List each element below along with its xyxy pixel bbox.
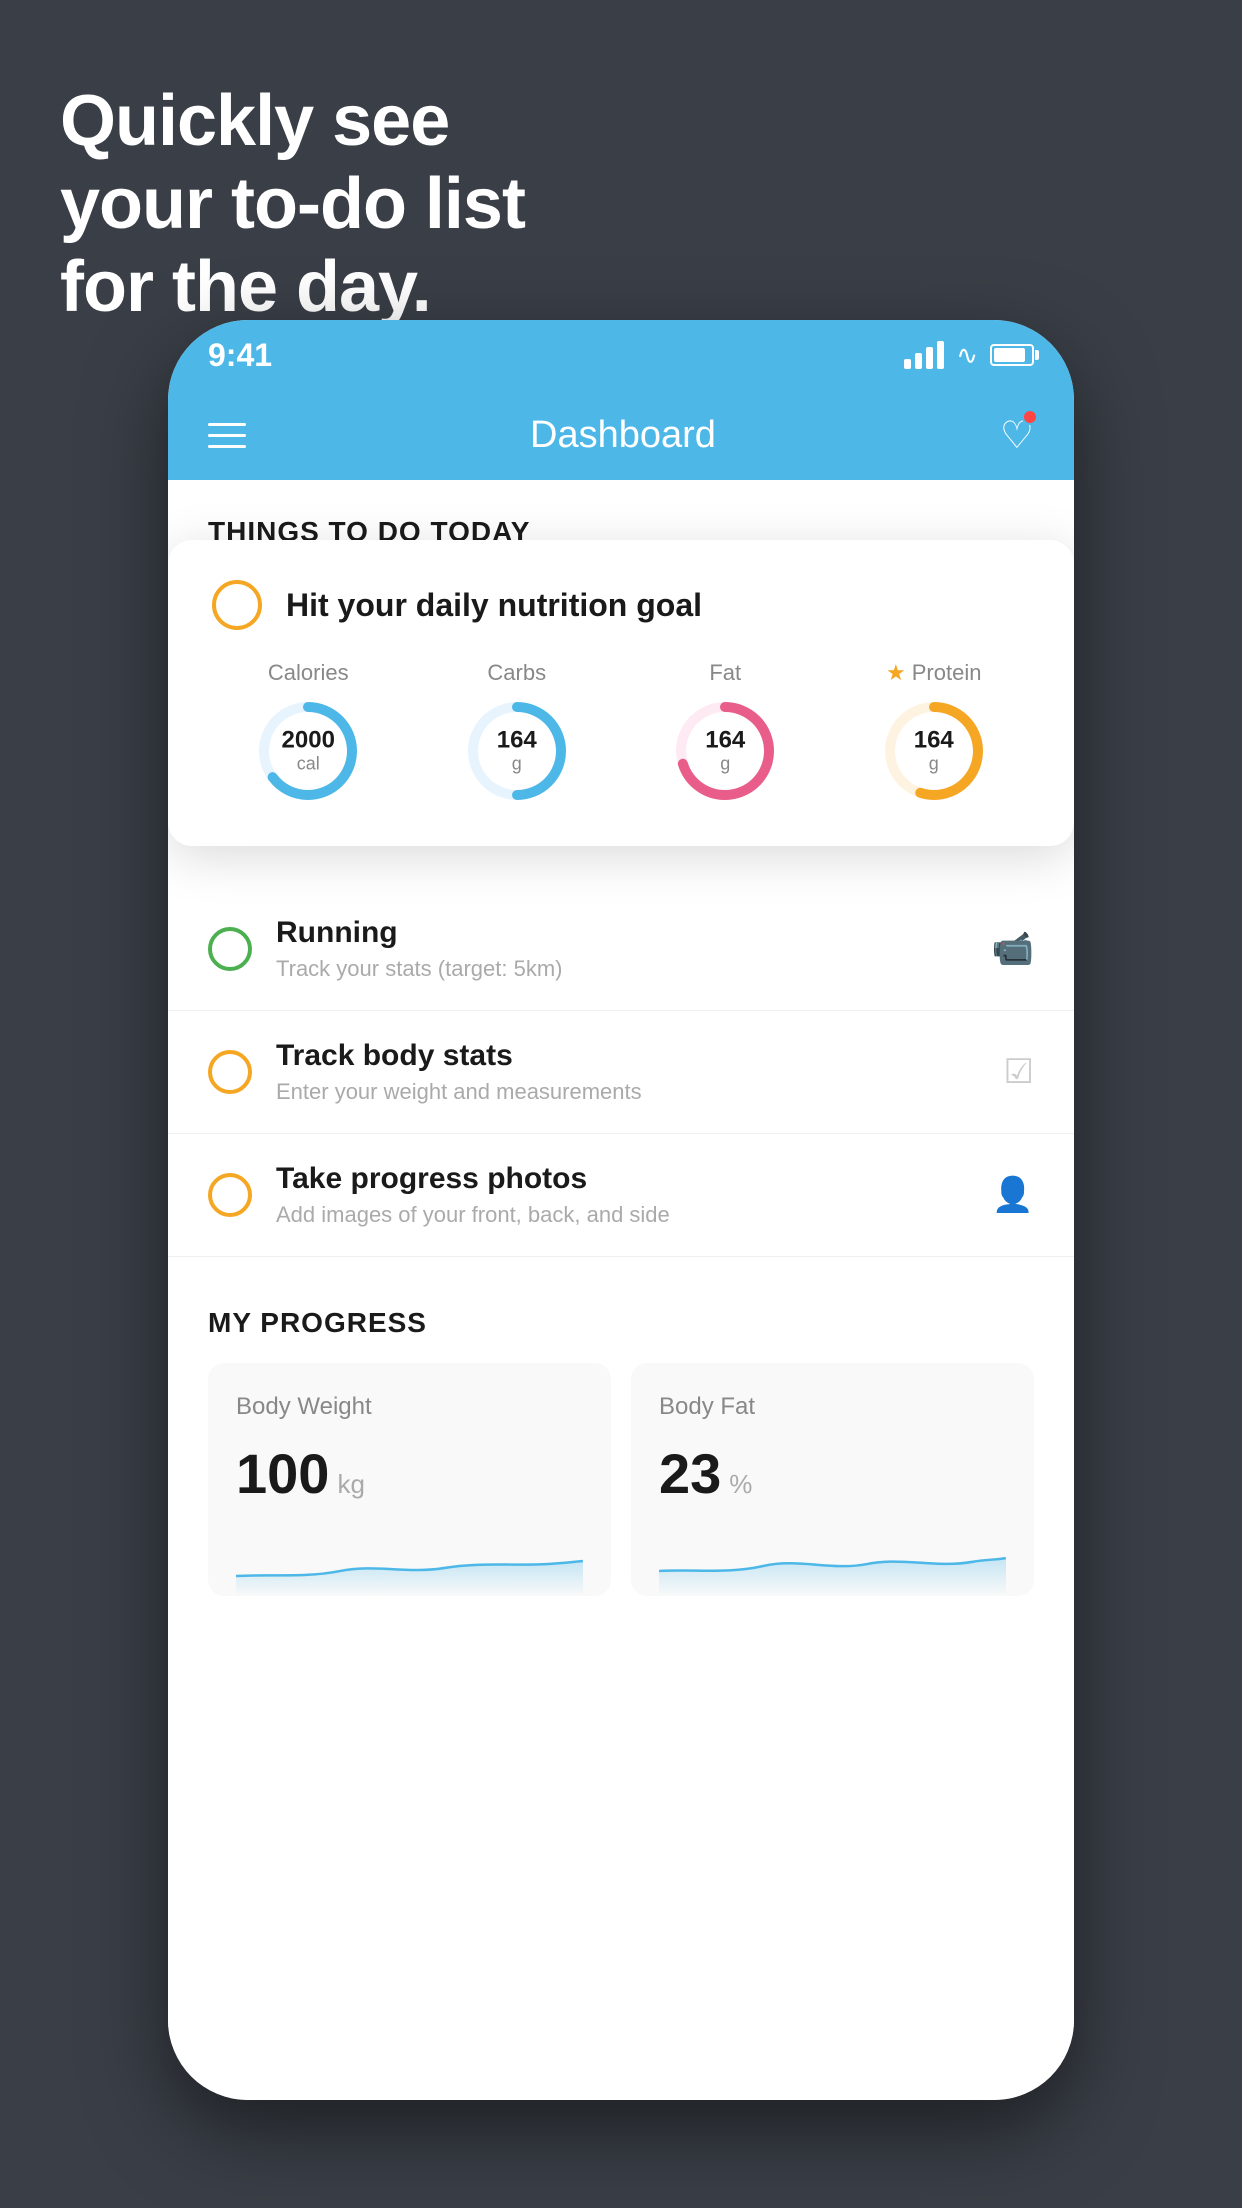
todo-list: Running Track your stats (target: 5km) 📹… — [168, 888, 1074, 1257]
body-weight-card: Body Weight 100 kg — [208, 1363, 611, 1596]
status-icons: ∿ — [904, 340, 1034, 371]
list-item[interactable]: Track body stats Enter your weight and m… — [168, 1011, 1074, 1134]
nutrition-protein: ★ Protein 164 g — [879, 660, 989, 806]
body-fat-number: 23 — [659, 1441, 721, 1506]
body-stats-text: Track body stats Enter your weight and m… — [276, 1039, 980, 1105]
nav-title: Dashboard — [530, 414, 716, 457]
star-icon: ★ — [886, 660, 906, 686]
nutrition-circle-check — [212, 580, 262, 630]
list-item[interactable]: Take progress photos Add images of your … — [168, 1134, 1074, 1257]
menu-button[interactable] — [208, 423, 246, 448]
progress-title: MY PROGRESS — [208, 1307, 1034, 1339]
scale-icon: ☑ — [1004, 1052, 1034, 1092]
nutrition-fat: Fat 164 g — [670, 660, 780, 806]
body-weight-unit: kg — [337, 1469, 364, 1500]
signal-icon — [904, 341, 944, 369]
fat-label: Fat — [709, 660, 741, 686]
body-weight-label: Body Weight — [236, 1393, 583, 1421]
card-header: Hit your daily nutrition goal — [212, 580, 1030, 630]
notification-badge — [1022, 409, 1038, 425]
body-fat-chart — [659, 1536, 1006, 1596]
battery-icon — [990, 344, 1034, 366]
status-time: 9:41 — [208, 337, 272, 374]
body-fat-label: Body Fat — [659, 1393, 1006, 1421]
body-fat-unit: % — [729, 1469, 752, 1500]
body-fat-value: 23 % — [659, 1441, 1006, 1506]
body-fat-card: Body Fat 23 % — [631, 1363, 1034, 1596]
protein-label: ★ Protein — [886, 660, 981, 686]
phone-frame: 9:41 ∿ Dashboard ♡ THINGS TO DO TODAY — [168, 320, 1074, 2100]
photos-subtitle: Add images of your front, back, and side — [276, 1202, 968, 1228]
protein-donut: 164 g — [879, 696, 989, 806]
running-check — [208, 927, 252, 971]
running-title: Running — [276, 916, 968, 950]
nutrition-calories: Calories 2000 cal — [253, 660, 363, 806]
shoe-icon: 📹 — [992, 929, 1034, 969]
carbs-label: Carbs — [487, 660, 546, 686]
body-weight-number: 100 — [236, 1441, 329, 1506]
photos-text: Take progress photos Add images of your … — [276, 1162, 968, 1228]
notification-button[interactable]: ♡ — [1000, 413, 1034, 458]
progress-cards: Body Weight 100 kg — [208, 1363, 1034, 1596]
body-stats-check — [208, 1050, 252, 1094]
hero-line1: Quickly see — [60, 80, 525, 163]
person-icon: 👤 — [992, 1175, 1034, 1215]
hero-line2: your to-do list — [60, 163, 525, 246]
hero-line3: for the day. — [60, 246, 525, 329]
calories-donut: 2000 cal — [253, 696, 363, 806]
body-weight-chart — [236, 1536, 583, 1596]
nav-bar: Dashboard ♡ — [168, 390, 1074, 480]
nutrition-carbs: Carbs 164 g — [462, 660, 572, 806]
running-subtitle: Track your stats (target: 5km) — [276, 956, 968, 982]
fat-donut: 164 g — [670, 696, 780, 806]
body-stats-subtitle: Enter your weight and measurements — [276, 1079, 980, 1105]
photos-check — [208, 1173, 252, 1217]
calories-label: Calories — [268, 660, 349, 686]
body-weight-value: 100 kg — [236, 1441, 583, 1506]
photos-title: Take progress photos — [276, 1162, 968, 1196]
body-stats-title: Track body stats — [276, 1039, 980, 1073]
wifi-icon: ∿ — [956, 340, 978, 371]
hero-text: Quickly see your to-do list for the day. — [60, 80, 525, 328]
nutrition-card-title: Hit your daily nutrition goal — [286, 587, 702, 624]
status-bar: 9:41 ∿ — [168, 320, 1074, 390]
phone-content: THINGS TO DO TODAY Hit your daily nutrit… — [168, 480, 1074, 2100]
nutrition-grid: Calories 2000 cal Carbs — [212, 660, 1030, 806]
nutrition-card: Hit your daily nutrition goal Calories 2… — [168, 540, 1074, 846]
progress-section: MY PROGRESS Body Weight 100 kg — [168, 1257, 1074, 1626]
running-text: Running Track your stats (target: 5km) — [276, 916, 968, 982]
list-item[interactable]: Running Track your stats (target: 5km) 📹 — [168, 888, 1074, 1011]
carbs-donut: 164 g — [462, 696, 572, 806]
